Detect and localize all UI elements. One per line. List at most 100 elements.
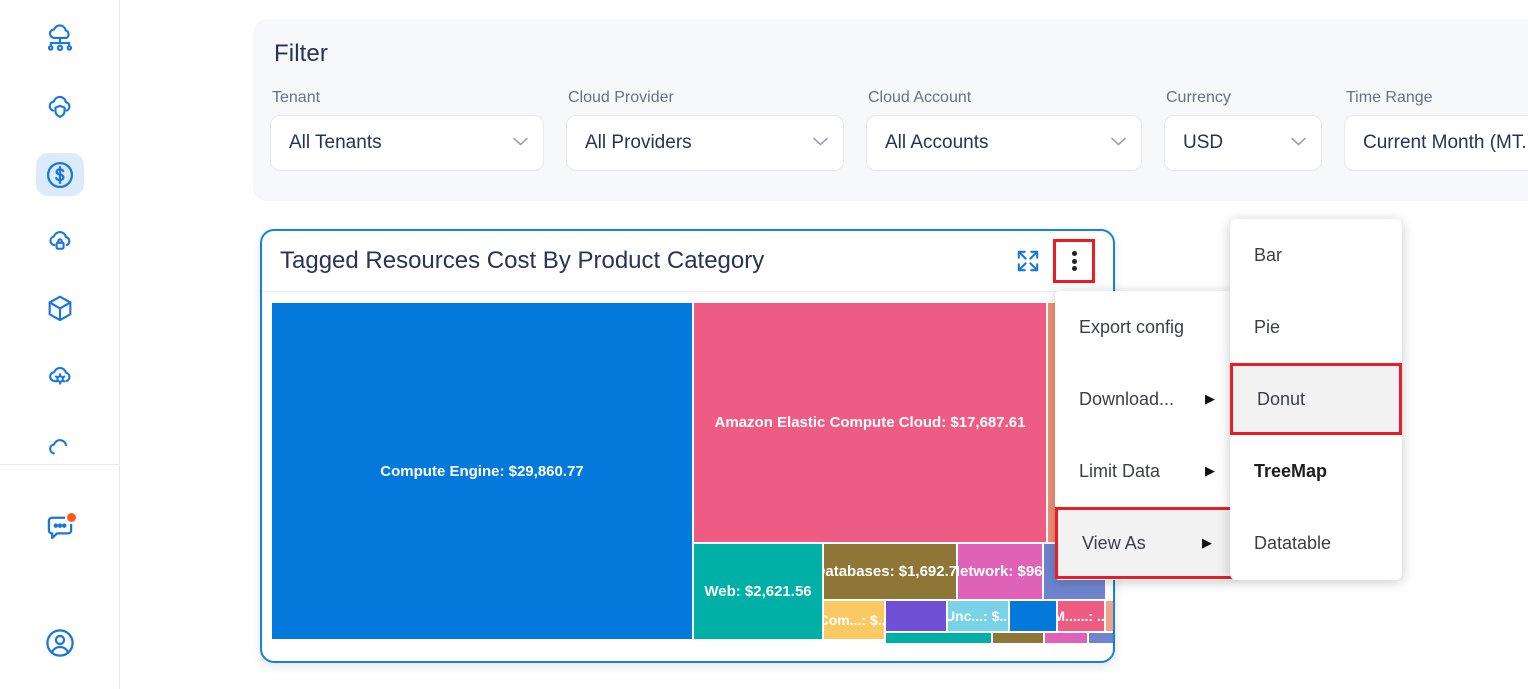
context-menu-item-label: Export config [1079,316,1185,337]
treemap-tile[interactable] [1106,601,1113,631]
treemap-tile[interactable] [1089,633,1113,643]
app-root: Filter Tenant All Tenants Cloud Provider… [0,0,1528,689]
time-range-value: Current Month (MT... [1363,132,1528,153]
treemap-tile[interactable] [886,601,946,631]
treemap-tile-label: Network: $962 [958,563,1042,580]
cloud-gear-icon [43,360,77,394]
context-menu-item-label: View As [1082,532,1146,553]
chart-actions [1015,239,1095,283]
treemap-tile-label: Com...: $... [824,612,884,628]
treemap-tile[interactable]: Web: $2,621.56 [694,544,822,639]
chart-title: Tagged Resources Cost By Product Categor… [280,247,765,274]
cloud-arc-icon [43,432,77,456]
view-as-option-bar[interactable]: Bar [1230,219,1402,291]
currency-select[interactable]: USD [1164,115,1322,171]
dollar-circle-icon [43,158,77,192]
filter-group-cloud-provider: Cloud Provider All Providers [566,89,844,171]
context-menu-item-view-as[interactable]: View As ▶ [1055,507,1233,579]
treemap-tile[interactable] [1010,601,1056,631]
filter-group-tenant: Tenant All Tenants [270,89,544,171]
sidebar-item-cloud-shield[interactable] [36,85,84,128]
chevron-down-icon [812,134,829,152]
chevron-down-icon [1110,134,1127,152]
chevron-down-icon [1290,134,1307,152]
account-icon [42,625,78,661]
cloud-network-icon [43,23,77,57]
treemap-tile[interactable]: M......: ... [1058,601,1104,631]
treemap-tile-label: Databases: $1,692.79 [824,563,956,580]
main-content: Filter Tenant All Tenants Cloud Provider… [120,0,1528,689]
sidebar-item-cloud-lock[interactable] [36,220,84,263]
chevron-right-icon: ▶ [1205,463,1215,478]
expand-icon[interactable] [1015,248,1041,274]
sidebar-item-cloud-settings[interactable] [36,355,84,398]
sidebar-item-chat[interactable] [36,506,84,549]
filter-panel-title: Filter [274,40,328,67]
filter-row: Tenant All Tenants Cloud Provider All Pr… [270,89,1528,171]
currency-label: Currency [1166,89,1231,106]
view-as-option-label: Pie [1254,316,1281,337]
treemap-tile[interactable]: Network: $962 [958,544,1042,599]
chart-context-menu: Export config Download... ▶ Limit Data ▶ View… [1055,291,1233,580]
cloud-lock-icon [43,225,77,259]
treemap-tile-label: Amazon Elastic Compute Cloud: $17,687.61 [714,414,1026,431]
treemap-tile[interactable] [886,633,991,643]
filter-panel: Filter Tenant All Tenants Cloud Provider… [253,19,1528,201]
tenant-value: All Tenants [289,132,382,153]
treemap-tile-label: Compute Engine: $29,860.77 [380,462,584,480]
cloud-account-select[interactable]: All Accounts [866,115,1142,171]
sidebar-divider [0,464,120,465]
chart-header: Tagged Resources Cost By Product Categor… [262,231,1113,292]
sidebar-item-cost[interactable] [35,152,84,197]
tenant-select[interactable]: All Tenants [270,115,544,171]
treemap-tile[interactable]: Com...: $... [824,601,884,639]
context-menu-item-export-config[interactable]: Export config [1055,291,1233,363]
sidebar [0,0,120,689]
treemap-tile-label: Web: $2,621.56 [704,583,812,600]
context-menu-item-download[interactable]: Download... ▶ [1055,363,1233,435]
sidebar-item-resources[interactable] [36,288,84,331]
filter-group-time-range: Time Range Current Month (MT... [1344,89,1528,171]
sidebar-item-partial[interactable] [36,423,84,466]
chevron-down-icon [512,134,529,152]
context-menu-item-label: Download... [1079,388,1175,409]
filter-group-cloud-account: Cloud Account All Accounts [866,89,1142,171]
context-menu-item-label: Limit Data [1079,460,1161,481]
treemap-tile[interactable]: Amazon Elastic Compute Cloud: $17,687.61 [694,303,1046,542]
view-as-option-pie[interactable]: Pie [1230,291,1402,363]
view-as-option-treemap[interactable]: TreeMap [1230,435,1402,507]
view-as-option-donut[interactable]: Donut [1230,363,1402,435]
treemap-tile[interactable] [1045,633,1087,643]
kebab-menu-icon[interactable] [1053,239,1095,283]
filter-group-currency: Currency USD [1164,89,1322,171]
time-range-label: Time Range [1346,89,1433,106]
view-as-submenu: Bar Pie Donut TreeMap Datatable [1230,219,1402,580]
context-menu-item-limit-data[interactable]: Limit Data ▶ [1055,435,1233,507]
view-as-option-label: Donut [1257,388,1306,409]
view-as-option-label: TreeMap [1254,460,1328,481]
cloud-account-value: All Accounts [885,132,989,153]
treemap-tile[interactable]: Databases: $1,692.79 [824,544,956,599]
view-as-option-label: Bar [1254,244,1283,265]
currency-value: USD [1183,132,1224,153]
treemap-tile[interactable]: Compute Engine: $29,860.77 [272,303,692,639]
view-as-option-datatable[interactable]: Datatable [1230,507,1402,579]
treemap-tile-label: Unc...: $... [948,608,1008,624]
chevron-right-icon: ▶ [1202,535,1212,550]
time-range-select[interactable]: Current Month (MT... [1344,115,1528,171]
cube-icon [43,292,77,326]
chart-card: Tagged Resources Cost By Product Categor… [260,229,1115,663]
cloud-account-label: Cloud Account [868,89,972,106]
treemap-tile-label: M......: ... [1058,608,1104,624]
cloud-provider-value: All Providers [585,132,692,153]
cloud-shield-icon [43,90,77,124]
tenant-label: Tenant [272,89,321,106]
treemap-tile[interactable]: Unc...: $... [948,601,1008,631]
kebab-dot [1071,258,1077,264]
chevron-right-icon: ▶ [1205,391,1215,406]
treemap-chart[interactable]: Compute Engine: $29,860.77 Amazon Elastic… [272,303,1113,653]
sidebar-item-cloud-network[interactable] [36,18,84,61]
cloud-provider-select[interactable]: All Providers [566,115,844,171]
sidebar-item-account[interactable] [36,622,84,665]
treemap-tile[interactable] [993,633,1043,643]
